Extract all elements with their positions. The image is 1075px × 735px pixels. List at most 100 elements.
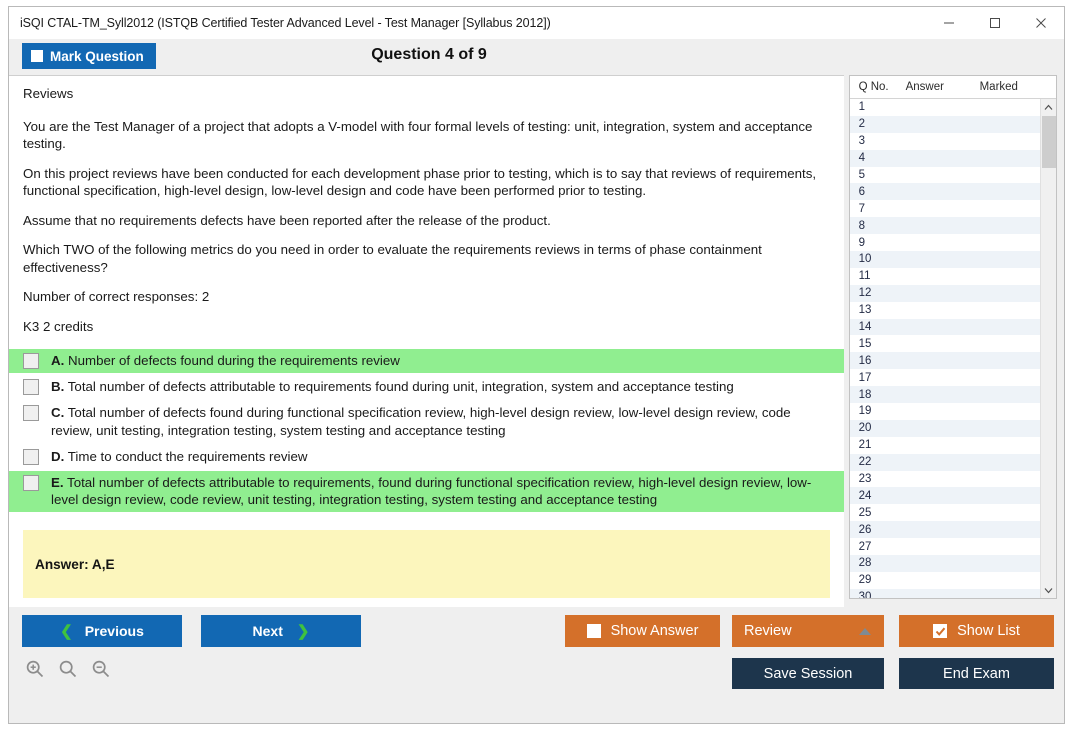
zoom-in-icon[interactable] — [25, 659, 45, 679]
answer-option-text: B. Total number of defects attributable … — [51, 378, 734, 396]
option-letter: D. — [51, 448, 65, 464]
question-number-cell: 17 — [858, 371, 872, 384]
exam-simulator-window: iSQI CTAL-TM_Syll2012 (ISTQB Certified T… — [0, 0, 1075, 735]
question-list-scrollbar[interactable] — [1040, 99, 1056, 598]
review-dropdown-button[interactable]: Review — [732, 615, 884, 647]
titlebar: iSQI CTAL-TM_Syll2012 (ISTQB Certified T… — [9, 7, 1064, 39]
question-list-rows: 1 2 3 4 5 6 7 8 9 10 11 12 13 14 15 16 17 18 19 20 21 22 23 24 2… — [849, 99, 1040, 598]
answer-option-e[interactable]: E. Total number of defects attributable … — [9, 470, 844, 513]
question-list-row[interactable]: 12 — [849, 284, 1040, 302]
question-list-row[interactable]: 2 — [849, 115, 1040, 133]
option-checkbox-icon[interactable] — [23, 405, 39, 422]
question-list-row[interactable]: 14 — [849, 318, 1040, 336]
column-header-answer: Answer — [905, 81, 944, 93]
option-body: Total number of defects found during fun… — [51, 405, 791, 438]
page-title: Question 4 of 9 — [371, 46, 487, 63]
question-list-row[interactable]: 4 — [849, 149, 1040, 167]
question-paragraph: You are the Test Manager of a project th… — [23, 118, 813, 152]
question-list-row[interactable]: 7 — [849, 200, 1040, 218]
question-list-row[interactable]: 3 — [849, 132, 1040, 150]
question-list-row[interactable]: 1 — [849, 99, 1040, 116]
question-number-cell: 11 — [858, 270, 871, 283]
question-list-row[interactable]: 30 — [849, 588, 1040, 598]
question-list-row[interactable]: 21 — [849, 436, 1040, 454]
answer-option-d[interactable]: D. Time to conduct the requirements revi… — [9, 445, 844, 469]
question-list-row[interactable]: 25 — [849, 504, 1040, 522]
question-number-cell: 14 — [858, 321, 872, 334]
zoom-controls — [25, 659, 111, 679]
question-list-row[interactable]: 24 — [849, 487, 1040, 505]
option-checkbox-icon[interactable] — [23, 474, 39, 491]
question-number-cell: 1 — [858, 101, 865, 114]
question-list-row[interactable]: 16 — [849, 352, 1040, 370]
question-list-row[interactable]: 18 — [849, 386, 1040, 404]
window-controls — [926, 7, 1064, 39]
scroll-up-arrow-icon[interactable] — [1041, 99, 1056, 115]
question-number-cell: 23 — [858, 473, 872, 486]
show-list-label: Show List — [957, 623, 1020, 639]
answer-text: Answer: A,E — [35, 556, 115, 572]
question-number-cell: 16 — [858, 354, 872, 367]
question-list-row[interactable]: 23 — [849, 470, 1040, 488]
question-paragraph: On this project reviews have been conduc… — [23, 165, 817, 199]
zoom-reset-icon[interactable] — [58, 659, 78, 679]
question-list-pane: Q No. Answer Marked 1 2 3 4 5 6 7 8 9 10 11 12 13 14 1… — [843, 75, 1064, 607]
review-label: Review — [744, 623, 792, 639]
option-checkbox-icon[interactable] — [23, 448, 39, 465]
question-list-row[interactable]: 22 — [849, 453, 1040, 471]
column-header-qno: Q No. — [858, 81, 889, 93]
question-list-row[interactable]: 10 — [849, 251, 1040, 268]
question-number-cell: 7 — [858, 202, 865, 215]
next-button[interactable]: Next ❯ — [201, 615, 361, 647]
save-session-button[interactable]: Save Session — [732, 658, 884, 689]
question-list-row[interactable]: 28 — [849, 555, 1040, 572]
question-list-row[interactable]: 29 — [849, 571, 1040, 589]
close-icon[interactable] — [1018, 7, 1064, 38]
question-list-row[interactable]: 11 — [849, 267, 1040, 285]
scrollbar-thumb[interactable] — [1042, 116, 1056, 168]
footer-toolbar: ❮ Previous Next ❯ Show Answer Review Sho… — [9, 607, 1064, 723]
show-list-button[interactable]: Show List — [899, 615, 1054, 647]
question-list-row[interactable]: 6 — [849, 183, 1040, 201]
show-list-checkbox-icon — [933, 624, 948, 638]
answer-option-c[interactable]: C. Total number of defects found during … — [9, 401, 844, 443]
question-list-header: Q No. Answer Marked — [849, 76, 1056, 99]
answer-reveal-panel: Answer: A,E — [23, 530, 830, 599]
question-number-cell: 30 — [858, 591, 872, 598]
question-list-row[interactable]: 9 — [849, 234, 1040, 252]
next-label: Next — [252, 623, 283, 639]
question-list-row[interactable]: 26 — [849, 521, 1040, 539]
chevron-right-icon: ❯ — [296, 623, 310, 640]
option-checkbox-icon[interactable] — [23, 353, 39, 370]
answer-option-b[interactable]: B. Total number of defects attributable … — [9, 375, 844, 399]
question-number-cell: 19 — [858, 405, 872, 418]
end-exam-button[interactable]: End Exam — [899, 658, 1054, 689]
question-number-cell: 13 — [858, 304, 872, 317]
question-list-row[interactable]: 15 — [849, 335, 1040, 353]
question-number-cell: 10 — [858, 253, 872, 266]
scroll-down-arrow-icon[interactable] — [1041, 582, 1056, 598]
option-checkbox-icon[interactable] — [23, 379, 39, 396]
answer-option-a[interactable]: A. Number of defects found during the re… — [9, 349, 844, 374]
show-answer-button[interactable]: Show Answer — [565, 615, 720, 647]
option-body: Total number of defects attributable to … — [67, 379, 734, 395]
question-number-cell: 26 — [858, 523, 872, 536]
minimize-icon[interactable] — [926, 7, 972, 38]
maximize-icon[interactable] — [972, 7, 1018, 38]
question-number-cell: 2 — [858, 118, 865, 131]
question-list-row[interactable]: 20 — [849, 419, 1040, 437]
answer-option-text: D. Time to conduct the requirements revi… — [51, 448, 307, 466]
question-list-row[interactable]: 13 — [849, 301, 1040, 319]
question-list-row[interactable]: 27 — [849, 538, 1040, 556]
question-list-row[interactable]: 19 — [849, 403, 1040, 420]
question-list-scroll-area: 1 2 3 4 5 6 7 8 9 10 11 12 13 14 15 16 17 18 19 20 21 22 23 24 2… — [849, 99, 1056, 598]
question-list-row[interactable]: 8 — [849, 217, 1040, 235]
question-number-cell: 21 — [858, 439, 872, 452]
question-list-row[interactable]: 5 — [849, 166, 1040, 184]
zoom-out-icon[interactable] — [91, 659, 111, 679]
credits-info: K3 2 credits — [23, 318, 94, 334]
previous-button[interactable]: ❮ Previous — [22, 615, 182, 647]
question-paragraph: Which TWO of the following metrics do yo… — [23, 242, 762, 275]
window-title: iSQI CTAL-TM_Syll2012 (ISTQB Certified T… — [20, 16, 551, 30]
question-list-row[interactable]: 17 — [849, 369, 1040, 387]
